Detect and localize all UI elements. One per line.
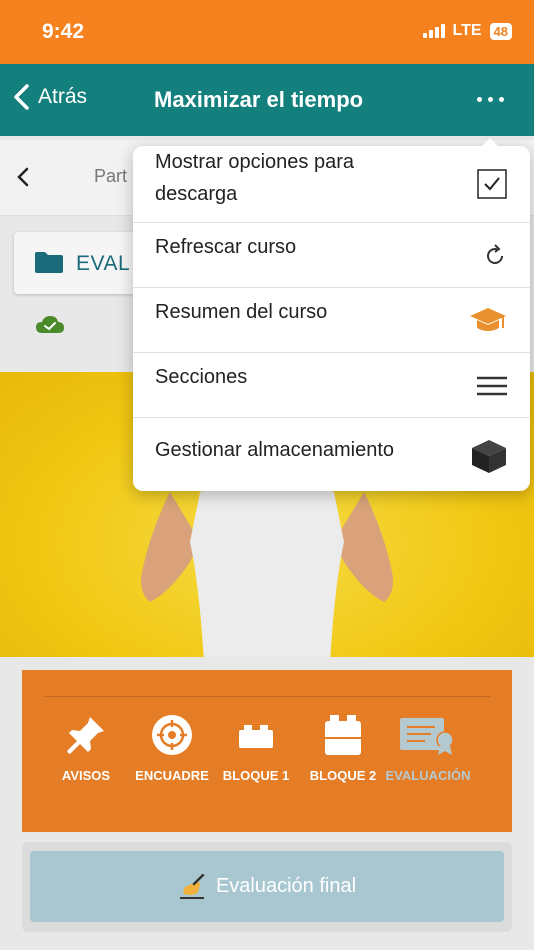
back-button[interactable]: Atrás (12, 84, 87, 110)
course-tools-panel: AVISOS ENCUADRE BLOQUE 1 BLOQUE 2 EVALUA… (22, 670, 512, 832)
checkbox-checked-icon[interactable] (476, 168, 508, 200)
menu-item-label: Secciones (155, 366, 248, 388)
refresh-icon (487, 244, 503, 264)
page-title: Maximizar el tiempo (154, 87, 364, 112)
pushpin-icon (67, 717, 104, 754)
box-icon (472, 440, 506, 473)
status-bar: 9:42 LTE 48 (0, 0, 534, 64)
menu-item-manage-storage[interactable]: Gestionar almacenamiento (133, 418, 530, 491)
tool-label: ENCUADRE (135, 768, 209, 783)
menu-caret (482, 138, 498, 146)
brick-large-icon (325, 715, 361, 755)
tool-label: AVISOS (61, 768, 111, 783)
graduation-cap-icon (470, 308, 506, 331)
menu-item-label: Resumen del curso (155, 301, 328, 323)
tool-avisos[interactable]: AVISOS (48, 714, 124, 783)
chevron-left-icon (14, 84, 29, 110)
more-dots-icon (477, 97, 482, 102)
certificate-icon (400, 718, 454, 755)
menu-item-label: Refrescar curso (155, 236, 297, 258)
options-menu: Mostrar opciones para descarga Refrescar… (133, 138, 530, 491)
battery-level: 48 (489, 22, 512, 40)
final-evaluation-button[interactable]: Evaluación final (30, 851, 504, 922)
menu-item-refresh-course[interactable]: Refrescar curso (133, 223, 530, 288)
nav-bar: Atrás Maximizar el tiempo (0, 64, 534, 136)
brick-small-icon (239, 725, 273, 748)
target-icon (152, 715, 192, 755)
divider (44, 696, 490, 697)
tool-label: BLOQUE 2 (309, 768, 377, 783)
folder-icon (35, 252, 63, 273)
menu-item-course-summary[interactable]: Resumen del curso (133, 288, 530, 353)
network-type: LTE (452, 22, 482, 39)
tool-label: BLOQUE 1 (222, 768, 290, 783)
sub-header-title: Part (94, 166, 128, 186)
menu-item-download-options[interactable]: Mostrar opciones para descarga (133, 146, 530, 223)
writing-hand-icon (179, 873, 205, 899)
menu-item-label: Gestionar almacenamiento (155, 439, 395, 461)
status-indicators: LTE 48 (422, 22, 512, 40)
tool-label: EVALUACIÓN (385, 768, 471, 783)
menu-item-sections[interactable]: Secciones (133, 353, 530, 418)
more-options-button[interactable] (477, 97, 504, 102)
menu-item-label: Mostrar opciones para descarga (155, 151, 354, 205)
back-label: Atrás (38, 85, 88, 108)
final-evaluation-label: Evaluación final (215, 875, 357, 897)
signal-icon (422, 24, 445, 38)
cloud-check-icon[interactable] (34, 313, 66, 335)
final-evaluation-card: Evaluación final (22, 842, 512, 932)
tool-encuadre[interactable]: ENCUADRE (130, 714, 214, 783)
section-label: EVAL (76, 252, 131, 275)
status-time: 9:42 (42, 20, 85, 43)
tool-bloque-1[interactable]: BLOQUE 1 (218, 714, 294, 783)
tool-bloque-2[interactable]: BLOQUE 2 (302, 714, 384, 783)
person-illustration (141, 480, 393, 657)
tool-evaluacion[interactable]: EVALUACIÓN (384, 714, 472, 783)
hamburger-icon (477, 376, 507, 396)
chevron-left-icon[interactable] (16, 166, 30, 188)
